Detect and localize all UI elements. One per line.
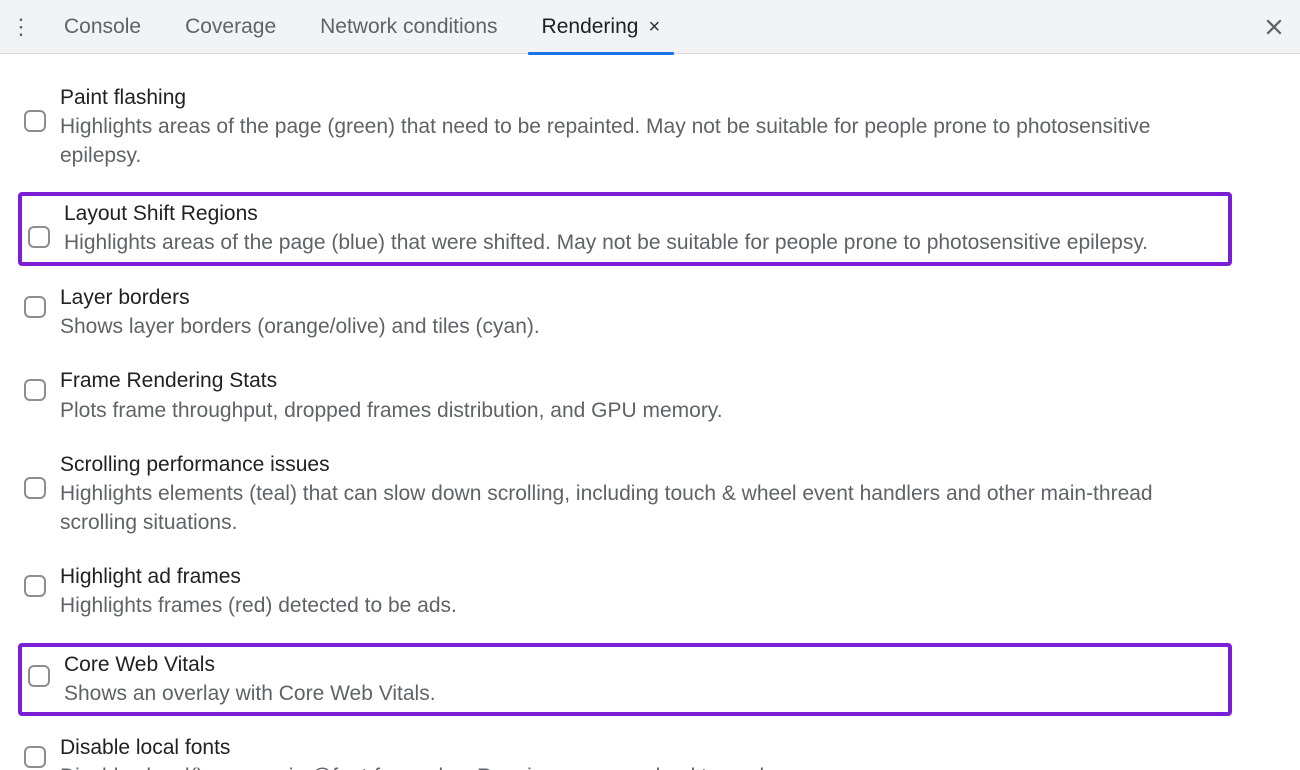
checkbox-layer-borders[interactable] bbox=[24, 296, 46, 318]
close-icon bbox=[1265, 18, 1283, 36]
option-core-web-vitals: Core Web Vitals Shows an overlay with Co… bbox=[18, 643, 1232, 717]
option-title: Scrolling performance issues bbox=[60, 451, 1210, 478]
kebab-menu-icon[interactable]: ⋮ bbox=[6, 12, 36, 42]
option-frame-rendering-stats: Frame Rendering Stats Plots frame throug… bbox=[18, 363, 1282, 429]
option-title: Highlight ad frames bbox=[60, 563, 457, 590]
option-title: Core Web Vitals bbox=[64, 651, 436, 678]
option-title: Layout Shift Regions bbox=[64, 200, 1148, 227]
option-description: Highlights elements (teal) that can slow… bbox=[60, 480, 1210, 537]
option-body: Frame Rendering Stats Plots frame throug… bbox=[60, 367, 723, 425]
tab-rendering[interactable]: Rendering × bbox=[520, 0, 683, 54]
drawer-tabbar: ⋮ Console Coverage Network conditions Re… bbox=[0, 0, 1300, 54]
tab-console[interactable]: Console bbox=[42, 0, 163, 54]
option-body: Core Web Vitals Shows an overlay with Co… bbox=[64, 651, 436, 709]
checkbox-layout-shift-regions[interactable] bbox=[28, 226, 50, 248]
checkbox-highlight-ad-frames[interactable] bbox=[24, 575, 46, 597]
option-paint-flashing: Paint flashing Highlights areas of the p… bbox=[18, 80, 1282, 174]
option-description: Highlights areas of the page (blue) that… bbox=[64, 229, 1148, 257]
tab-network-conditions-label: Network conditions bbox=[320, 15, 497, 39]
option-title: Layer borders bbox=[60, 284, 540, 311]
tab-rendering-label: Rendering bbox=[542, 15, 639, 39]
option-description: Disables local() sources in @font-face r… bbox=[60, 763, 779, 770]
option-layer-borders: Layer borders Shows layer borders (orang… bbox=[18, 280, 1282, 346]
option-description: Highlights frames (red) detected to be a… bbox=[60, 592, 457, 620]
checkbox-frame-rendering-stats[interactable] bbox=[24, 379, 46, 401]
option-title: Disable local fonts bbox=[60, 734, 779, 761]
option-title: Paint flashing bbox=[60, 84, 1210, 111]
option-body: Highlight ad frames Highlights frames (r… bbox=[60, 563, 457, 621]
option-scrolling-performance-issues: Scrolling performance issues Highlights … bbox=[18, 447, 1282, 541]
option-description: Plots frame throughput, dropped frames d… bbox=[60, 397, 723, 425]
rendering-panel: Paint flashing Highlights areas of the p… bbox=[0, 54, 1300, 770]
checkbox-core-web-vitals[interactable] bbox=[28, 665, 50, 687]
option-disable-local-fonts: Disable local fonts Disables local() sou… bbox=[18, 730, 1282, 770]
option-highlight-ad-frames: Highlight ad frames Highlights frames (r… bbox=[18, 559, 1282, 625]
option-body: Paint flashing Highlights areas of the p… bbox=[60, 84, 1210, 170]
tab-console-label: Console bbox=[64, 15, 141, 39]
checkbox-disable-local-fonts[interactable] bbox=[24, 746, 46, 768]
checkbox-paint-flashing[interactable] bbox=[24, 110, 46, 132]
option-body: Layer borders Shows layer borders (orang… bbox=[60, 284, 540, 342]
checkbox-scrolling-performance-issues[interactable] bbox=[24, 477, 46, 499]
option-description: Highlights areas of the page (green) tha… bbox=[60, 113, 1210, 170]
tab-coverage-label: Coverage bbox=[185, 15, 276, 39]
drawer-close-button[interactable] bbox=[1254, 7, 1294, 47]
option-title: Frame Rendering Stats bbox=[60, 367, 723, 394]
option-body: Disable local fonts Disables local() sou… bbox=[60, 734, 779, 770]
tab-coverage[interactable]: Coverage bbox=[163, 0, 298, 54]
option-layout-shift-regions: Layout Shift Regions Highlights areas of… bbox=[18, 192, 1232, 266]
option-description: Shows layer borders (orange/olive) and t… bbox=[60, 313, 540, 341]
option-body: Scrolling performance issues Highlights … bbox=[60, 451, 1210, 537]
tab-network-conditions[interactable]: Network conditions bbox=[298, 0, 519, 54]
option-body: Layout Shift Regions Highlights areas of… bbox=[64, 200, 1148, 258]
tab-rendering-close-icon[interactable]: × bbox=[648, 17, 660, 37]
option-description: Shows an overlay with Core Web Vitals. bbox=[64, 680, 436, 708]
